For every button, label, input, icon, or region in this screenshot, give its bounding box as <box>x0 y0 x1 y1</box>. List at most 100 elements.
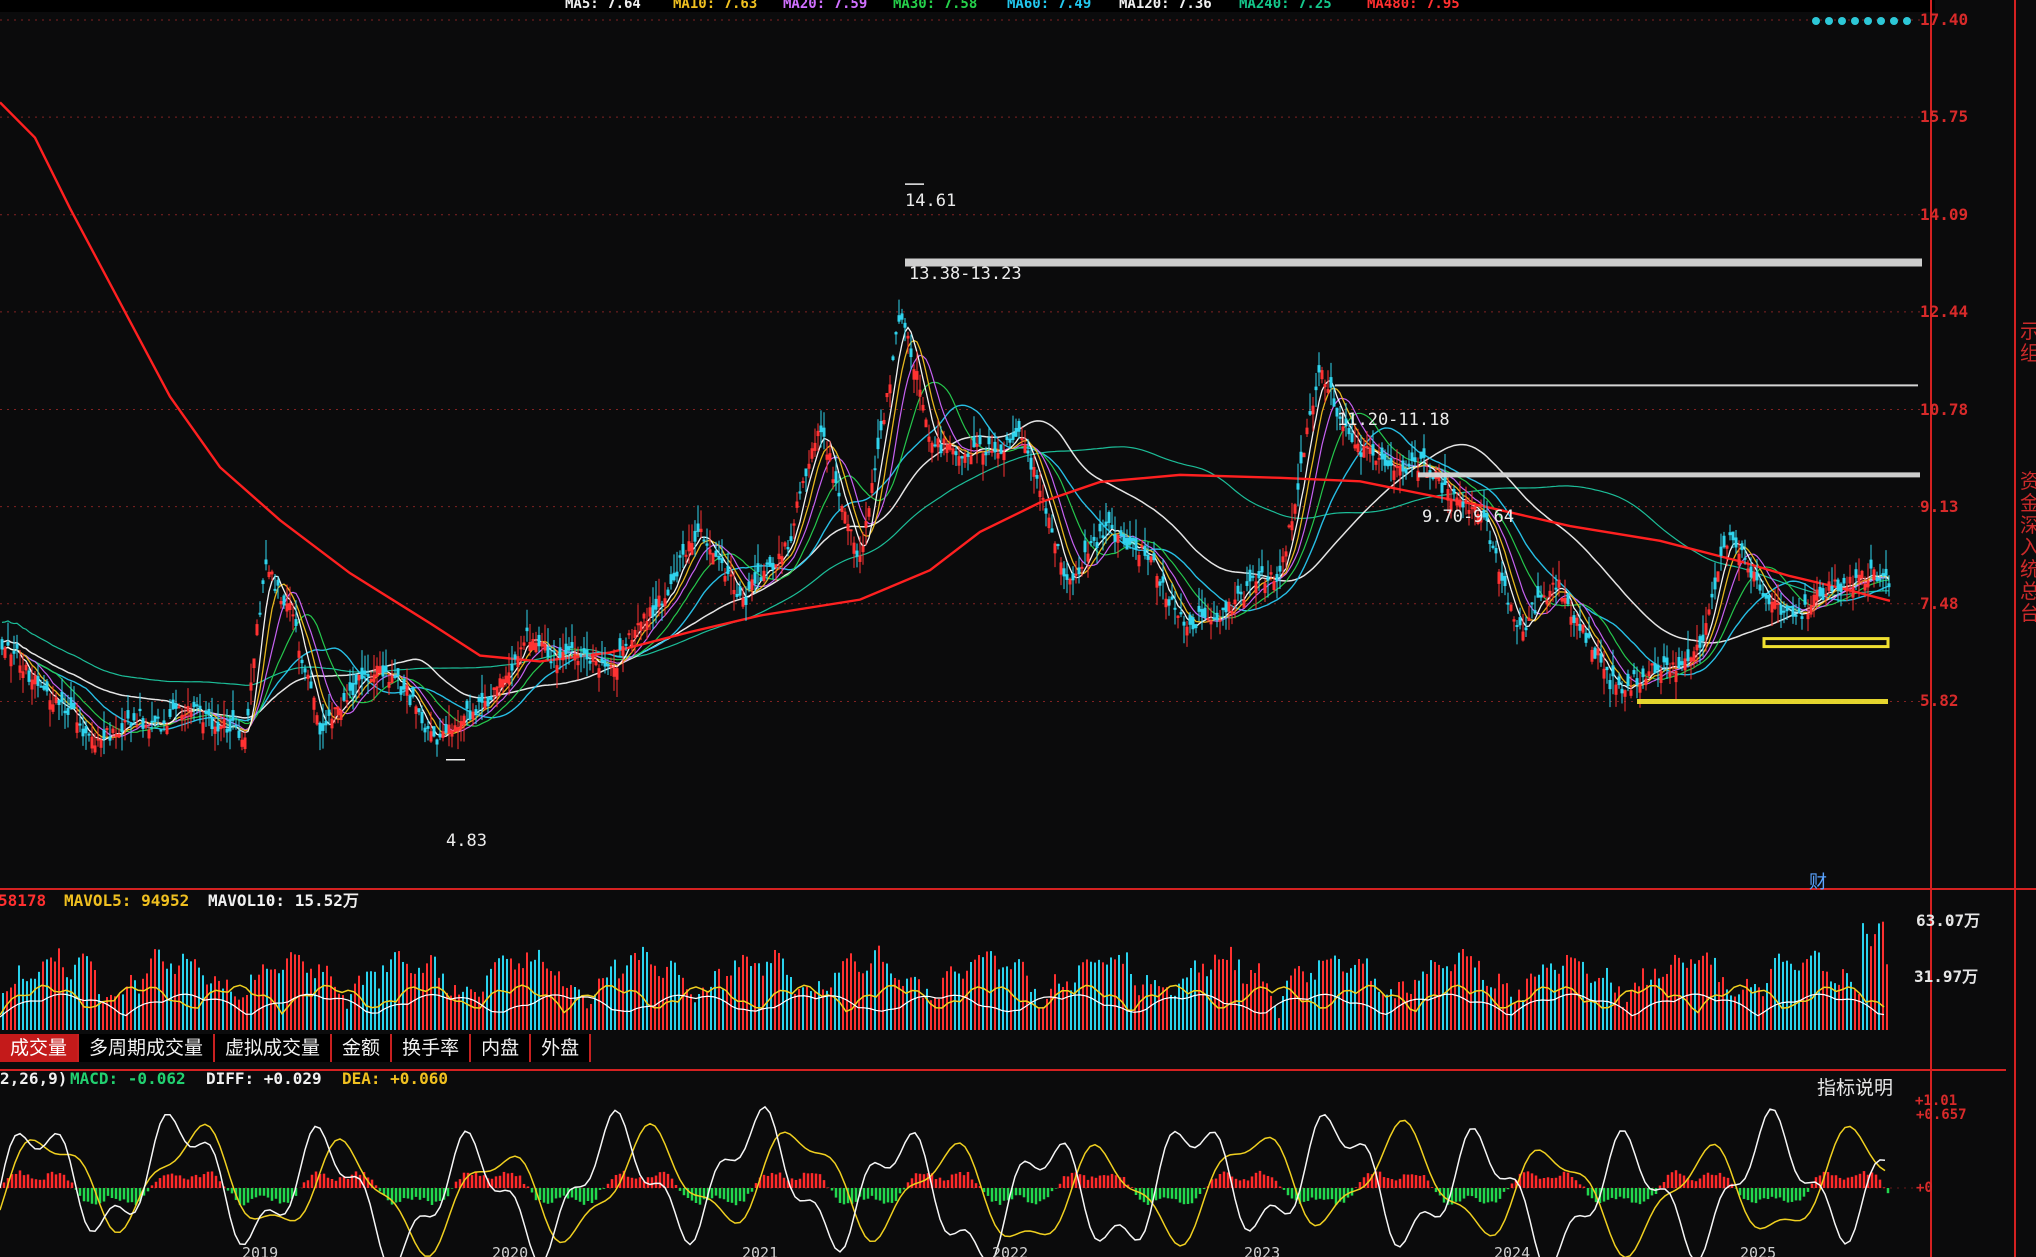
candle-body <box>177 706 181 709</box>
menu-dot <box>1903 17 1911 25</box>
volume-header-label: MAVOL5: 94952 <box>64 891 190 910</box>
candle-body <box>1236 585 1240 594</box>
candle-body <box>984 451 988 456</box>
candle-body <box>1776 602 1780 605</box>
candle-body <box>603 660 607 667</box>
candle-body <box>600 658 604 663</box>
candle-body <box>801 481 805 484</box>
candle-body <box>1386 460 1390 467</box>
candle-body <box>1035 475 1039 479</box>
candle-body <box>489 696 493 700</box>
candle-body <box>624 643 628 646</box>
candle-body <box>6 642 10 646</box>
candle-body <box>78 723 82 726</box>
year-label: 2025 <box>1740 1244 1777 1257</box>
candle-body <box>693 530 697 542</box>
candle-body <box>1077 567 1081 575</box>
candle-body <box>1503 575 1507 587</box>
candle-body <box>1431 477 1435 480</box>
candle-body <box>738 586 742 596</box>
candle-body <box>537 634 541 647</box>
tab-2[interactable]: 虚拟成交量 <box>215 1034 333 1062</box>
candle-body <box>354 673 358 685</box>
candle-body <box>1413 457 1417 463</box>
candle-body <box>1542 595 1546 598</box>
candle-body <box>1275 573 1279 582</box>
candle-body <box>1884 568 1888 576</box>
candle-body <box>894 332 898 335</box>
candle-body <box>1134 538 1138 550</box>
tab-3[interactable]: 金额 <box>332 1034 393 1062</box>
candle-body <box>1566 593 1570 605</box>
ma480-line <box>0 101 1891 663</box>
menu-dots-icon[interactable] <box>1812 14 1920 28</box>
candle-body <box>954 451 958 456</box>
candle-body <box>1839 583 1843 592</box>
candle-body <box>96 738 100 741</box>
candle-body <box>765 562 769 565</box>
candle-body <box>564 643 568 655</box>
candle-body <box>1779 604 1783 615</box>
candle-body <box>1881 573 1885 577</box>
candle-body <box>1410 452 1414 462</box>
candle-body <box>477 697 481 702</box>
candle-body <box>651 605 655 617</box>
candle-body <box>1104 521 1108 527</box>
candle-body <box>1071 573 1075 581</box>
tab-5[interactable]: 内盘 <box>471 1034 532 1062</box>
candle-body <box>744 596 748 605</box>
tab-4[interactable]: 换手率 <box>392 1034 472 1062</box>
candle-body <box>588 660 592 664</box>
tab-0[interactable]: 成交量 <box>0 1034 80 1062</box>
candle-body <box>225 728 229 733</box>
candle-body <box>0 639 4 650</box>
candle-body <box>726 565 730 575</box>
candle-body <box>567 646 571 651</box>
candle-body <box>834 471 838 484</box>
candle-body <box>1128 536 1132 545</box>
candle-body <box>579 654 583 658</box>
candle-body <box>159 729 163 732</box>
volume-header-label: 58178 <box>0 891 47 910</box>
candle-body <box>1179 612 1183 615</box>
candle-body <box>234 724 238 728</box>
candle-body <box>1491 545 1495 549</box>
menu-dot <box>1890 17 1898 25</box>
candle-body <box>129 723 133 727</box>
menu-dot <box>1825 17 1833 25</box>
candle-body <box>420 711 424 724</box>
candle-body <box>1191 617 1195 630</box>
indicator-help-button[interactable]: 指标说明 <box>1817 1073 1893 1100</box>
candle-body <box>837 492 841 497</box>
tab-6[interactable]: 外盘 <box>531 1034 592 1062</box>
candle-body <box>1641 668 1645 678</box>
candle-body <box>1140 545 1144 548</box>
candle-body <box>1119 530 1123 537</box>
candle-body <box>1026 450 1030 454</box>
candle-body <box>198 705 202 710</box>
candle-body <box>432 726 436 737</box>
candle-body <box>1317 365 1321 373</box>
candle-body <box>606 663 610 667</box>
resistance-label-2: 11.20-11.18 <box>1337 410 1450 430</box>
tab-1[interactable]: 多周期成交量 <box>79 1034 216 1062</box>
candle-body <box>1842 577 1846 584</box>
candle-body <box>1620 688 1624 694</box>
candle-body <box>1530 602 1534 605</box>
candle-body <box>849 529 853 532</box>
candle-body <box>1794 614 1798 617</box>
candle-body <box>1197 605 1201 612</box>
candle-body <box>1170 596 1174 600</box>
candle-body <box>999 444 1003 454</box>
candle-body <box>327 709 331 716</box>
candle-body <box>1332 398 1336 407</box>
candle-body <box>1824 594 1828 597</box>
finance-badge[interactable]: 财 <box>1809 868 1827 894</box>
candle-body <box>174 703 178 709</box>
candle-body <box>138 708 142 712</box>
candle-body <box>570 642 574 648</box>
candle-body <box>1803 594 1807 605</box>
candle-body <box>204 710 208 714</box>
candle-body <box>618 638 622 650</box>
candle-body <box>57 699 61 706</box>
